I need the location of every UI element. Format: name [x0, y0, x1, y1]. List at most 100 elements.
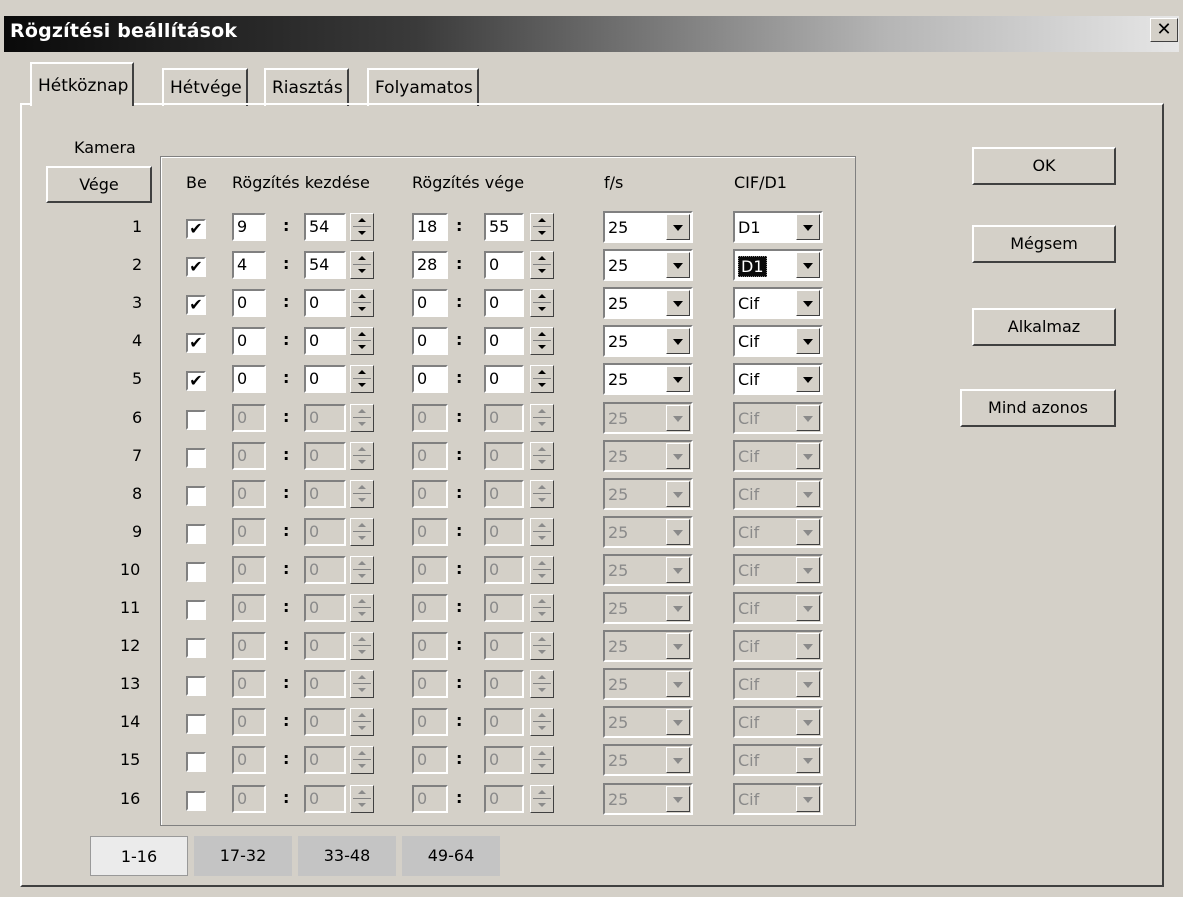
fps-select[interactable]: 25: [603, 744, 693, 776]
start-spinner[interactable]: [350, 518, 374, 546]
resolution-select[interactable]: Cif: [733, 630, 823, 662]
enable-checkbox[interactable]: [186, 791, 206, 811]
tab-riasztas[interactable]: Riasztás: [264, 68, 349, 106]
start-spinner[interactable]: [350, 404, 374, 432]
fps-select[interactable]: 25: [603, 211, 693, 243]
end-hour-input[interactable]: 0: [412, 404, 448, 432]
end-spinner[interactable]: [530, 251, 554, 279]
end-minute-input[interactable]: 0: [484, 442, 524, 470]
resolution-select[interactable]: Cif: [733, 363, 823, 395]
end-hour-input[interactable]: 0: [412, 327, 448, 355]
start-hour-input[interactable]: 0: [232, 594, 266, 622]
start-hour-input[interactable]: 0: [232, 327, 266, 355]
page-tab-17-32[interactable]: 17-32: [194, 836, 292, 876]
fps-select[interactable]: 25: [603, 325, 693, 357]
start-minute-input[interactable]: 0: [304, 632, 346, 660]
start-spinner[interactable]: [350, 785, 374, 813]
end-minute-input[interactable]: 0: [484, 289, 524, 317]
start-spinner[interactable]: [350, 594, 374, 622]
end-spinner[interactable]: [530, 442, 554, 470]
end-spinner[interactable]: [530, 480, 554, 508]
end-hour-input[interactable]: 18: [412, 213, 448, 241]
resolution-select[interactable]: Cif: [733, 440, 823, 472]
start-spinner[interactable]: [350, 213, 374, 241]
fps-select[interactable]: 25: [603, 630, 693, 662]
fps-select[interactable]: 25: [603, 592, 693, 624]
end-spinner[interactable]: [530, 556, 554, 584]
enable-checkbox[interactable]: [186, 600, 206, 620]
resolution-select[interactable]: Cif: [733, 287, 823, 319]
resolution-select[interactable]: Cif: [733, 516, 823, 548]
enable-checkbox[interactable]: ✔: [186, 257, 206, 277]
end-hour-input[interactable]: 0: [412, 785, 448, 813]
enable-checkbox[interactable]: [186, 448, 206, 468]
fps-select[interactable]: 25: [603, 554, 693, 586]
ok-button[interactable]: OK: [972, 147, 1116, 185]
start-minute-input[interactable]: 0: [304, 480, 346, 508]
start-hour-input[interactable]: 9: [232, 213, 266, 241]
start-minute-input[interactable]: 0: [304, 518, 346, 546]
enable-checkbox[interactable]: [186, 638, 206, 658]
end-minute-input[interactable]: 0: [484, 746, 524, 774]
end-hour-input[interactable]: 0: [412, 289, 448, 317]
resolution-select[interactable]: Cif: [733, 478, 823, 510]
end-hour-input[interactable]: 0: [412, 480, 448, 508]
end-spinner[interactable]: [530, 327, 554, 355]
fps-select[interactable]: 25: [603, 783, 693, 815]
start-minute-input[interactable]: 0: [304, 708, 346, 736]
tab-hetkoznap[interactable]: Hétköznap: [30, 62, 135, 106]
end-minute-input[interactable]: 0: [484, 404, 524, 432]
start-spinner[interactable]: [350, 327, 374, 355]
fps-select[interactable]: 25: [603, 478, 693, 510]
enable-checkbox[interactable]: [186, 486, 206, 506]
fps-select[interactable]: 25: [603, 287, 693, 319]
tab-folyamatos[interactable]: Folyamatos: [367, 68, 479, 106]
end-minute-input[interactable]: 0: [484, 365, 524, 393]
enable-checkbox[interactable]: [186, 676, 206, 696]
start-spinner[interactable]: [350, 365, 374, 393]
start-minute-input[interactable]: 0: [304, 327, 346, 355]
enable-checkbox[interactable]: [186, 562, 206, 582]
page-tab-33-48[interactable]: 33-48: [298, 836, 396, 876]
end-spinner[interactable]: [530, 670, 554, 698]
resolution-select[interactable]: Cif: [733, 783, 823, 815]
start-hour-input[interactable]: 0: [232, 670, 266, 698]
end-minute-input[interactable]: 0: [484, 594, 524, 622]
start-minute-input[interactable]: 0: [304, 556, 346, 584]
close-button[interactable]: ✕: [1150, 18, 1178, 42]
start-hour-input[interactable]: 0: [232, 556, 266, 584]
start-spinner[interactable]: [350, 556, 374, 584]
page-tab-49-64[interactable]: 49-64: [402, 836, 500, 876]
end-spinner[interactable]: [530, 594, 554, 622]
end-spinner[interactable]: [530, 518, 554, 546]
resolution-select[interactable]: Cif: [733, 402, 823, 434]
fps-select[interactable]: 25: [603, 363, 693, 395]
start-minute-input[interactable]: 0: [304, 746, 346, 774]
start-spinner[interactable]: [350, 708, 374, 736]
start-hour-input[interactable]: 4: [232, 251, 266, 279]
start-minute-input[interactable]: 0: [304, 670, 346, 698]
end-minute-input[interactable]: 0: [484, 785, 524, 813]
cancel-button[interactable]: Mégsem: [972, 225, 1116, 263]
end-hour-input[interactable]: 28: [412, 251, 448, 279]
fps-select[interactable]: 25: [603, 706, 693, 738]
start-minute-input[interactable]: 0: [304, 404, 346, 432]
start-hour-input[interactable]: 0: [232, 289, 266, 317]
apply-button[interactable]: Alkalmaz: [972, 308, 1116, 346]
end-minute-input[interactable]: 0: [484, 518, 524, 546]
end-spinner[interactable]: [530, 289, 554, 317]
enable-checkbox[interactable]: [186, 524, 206, 544]
end-minute-input[interactable]: 0: [484, 670, 524, 698]
enable-checkbox[interactable]: [186, 752, 206, 772]
end-hour-input[interactable]: 0: [412, 594, 448, 622]
resolution-select[interactable]: Cif: [733, 554, 823, 586]
start-spinner[interactable]: [350, 670, 374, 698]
start-minute-input[interactable]: 0: [304, 442, 346, 470]
enable-checkbox[interactable]: [186, 714, 206, 734]
end-hour-input[interactable]: 0: [412, 746, 448, 774]
all-same-button[interactable]: Mind azonos: [960, 389, 1116, 427]
start-minute-input[interactable]: 54: [304, 251, 346, 279]
start-hour-input[interactable]: 0: [232, 365, 266, 393]
end-hour-input[interactable]: 0: [412, 556, 448, 584]
end-minute-input[interactable]: 55: [484, 213, 524, 241]
